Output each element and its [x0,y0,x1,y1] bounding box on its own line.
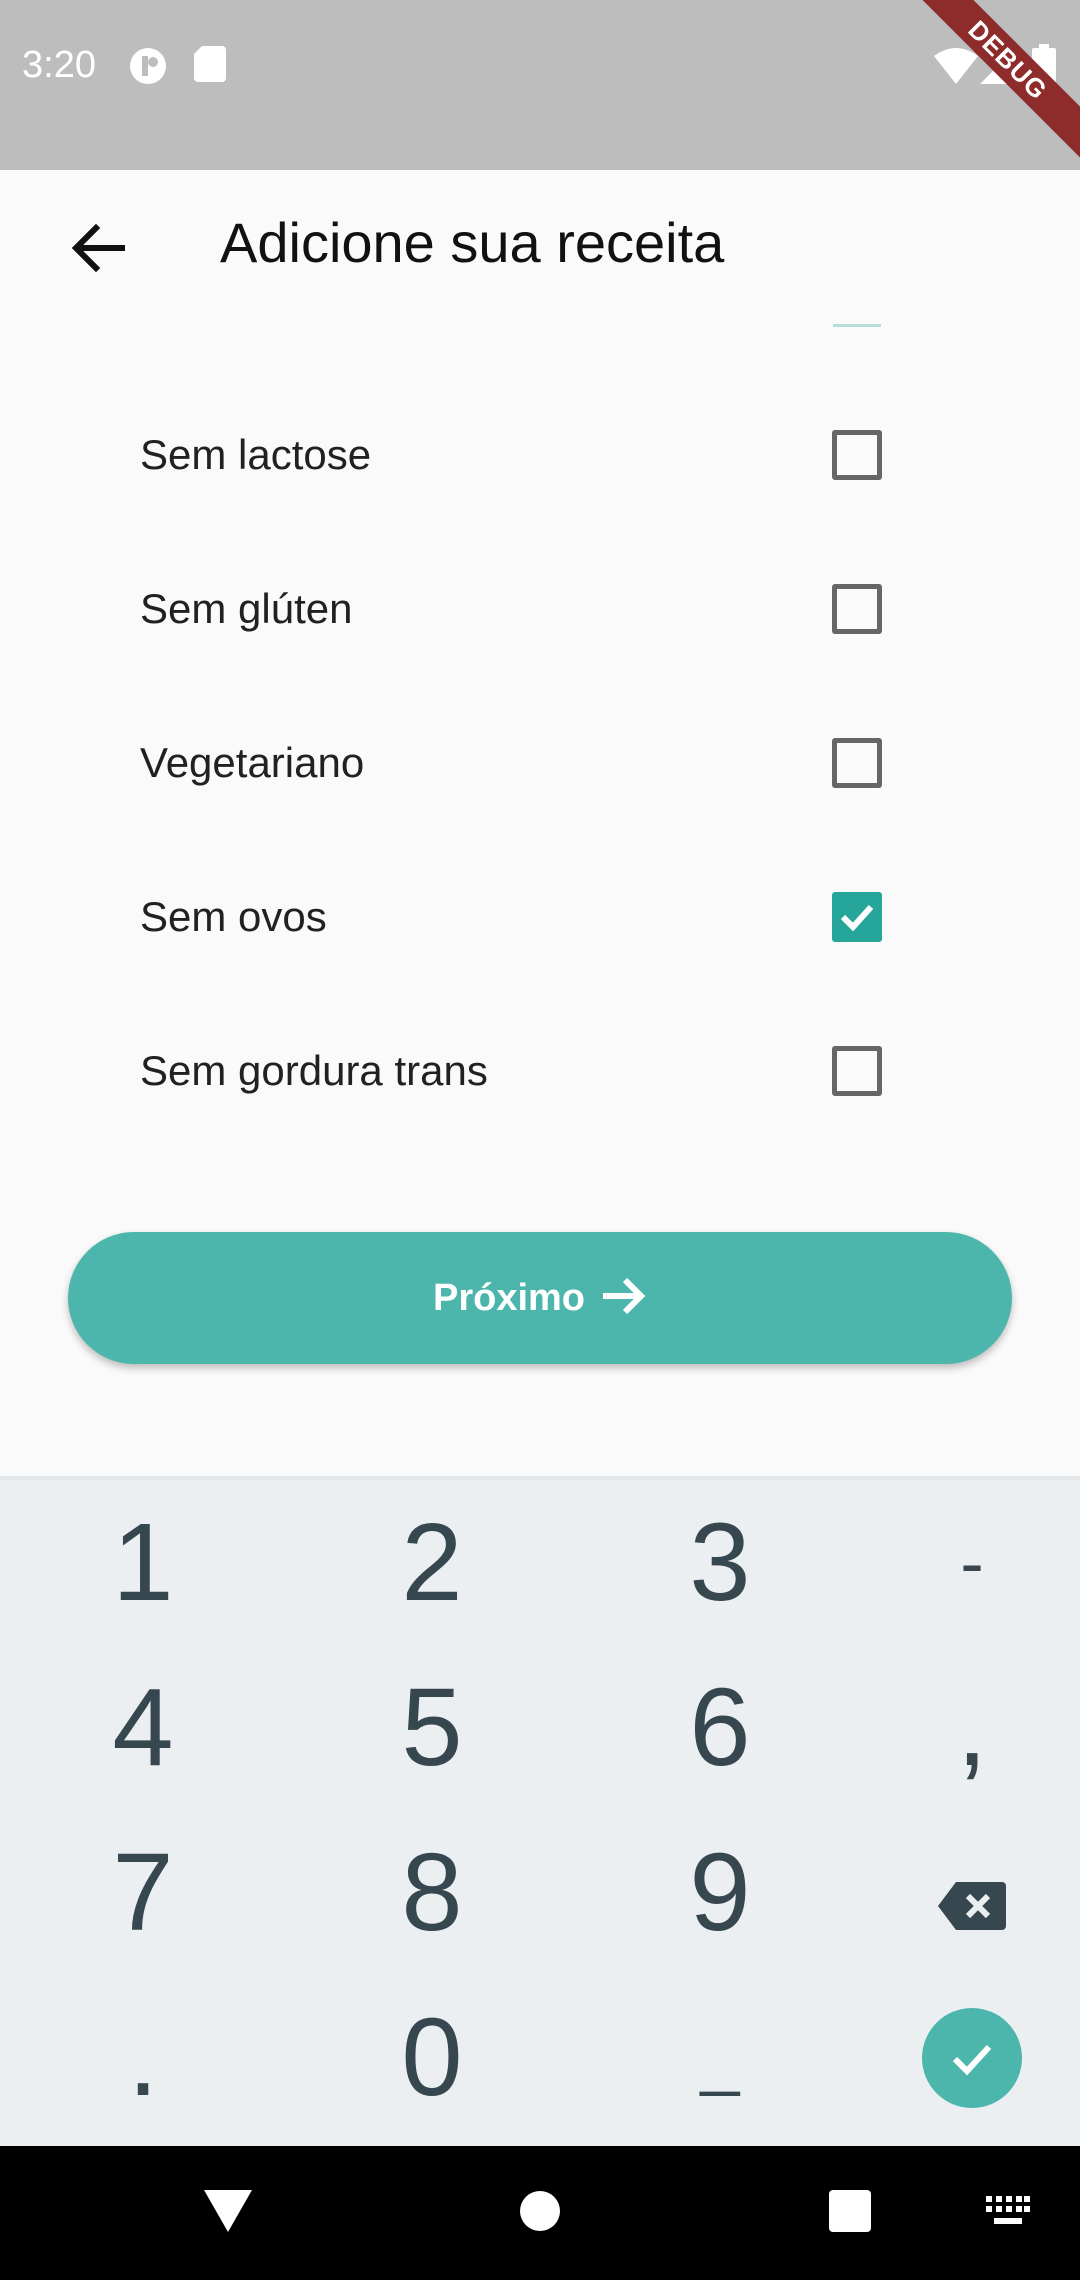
check-icon [952,2044,992,2075]
option-row-vegetariano[interactable]: Vegetariano [0,686,1080,840]
status-time: 3:20 [22,44,96,86]
key-8[interactable]: 8 [297,1810,567,1975]
enter-key[interactable] [837,1975,1080,2140]
checkbox-sem-gluten[interactable] [832,584,882,634]
page-title: Adicione sua receita [220,211,725,274]
key-6[interactable]: 6 [585,1645,855,1810]
status-bar: 3:20 DEBUG [0,0,1080,170]
option-row-sem-lactose[interactable]: Sem lactose [0,378,1080,532]
option-label: Sem gordura trans [140,1047,488,1094]
nav-recents-button[interactable] [790,2146,910,2280]
wifi-icon [934,48,978,89]
key-comma[interactable]: , [837,1645,1080,1810]
app-bar: Adicione sua receita [0,170,1080,325]
back-button[interactable] [48,200,148,300]
key-3[interactable]: 3 [585,1480,855,1645]
next-button[interactable]: Próximo [68,1232,1012,1364]
checkbox-sem-lactose[interactable] [832,430,882,480]
arrow-right-icon [599,1272,647,1325]
key-4[interactable]: 4 [8,1645,278,1810]
option-label: Sem lactose [140,431,372,478]
nav-keyboard-button[interactable] [948,2146,1068,2280]
key-0[interactable]: 0 [297,1975,567,2140]
nav-home-button[interactable] [480,2146,600,2280]
option-row-sem-gluten[interactable]: Sem glúten [0,532,1080,686]
home-circle-icon [519,2190,561,2237]
navigation-bar [0,2146,1080,2280]
key-5[interactable]: 5 [297,1645,567,1810]
recents-square-icon [829,2189,871,2237]
checkbox-sem-gordura-trans[interactable] [832,1046,882,1096]
arrow-left-icon [68,218,128,283]
notification-circle-icon [128,46,168,91]
next-button-label: Próximo [432,1276,586,1319]
enter-button [922,2007,1022,2108]
option-row-sem-ovos[interactable]: Sem ovos [0,840,1080,994]
numeric-keyboard: 1 2 3 - 4 5 6 , 7 8 9 . 0 _ [0,1476,1080,2146]
nav-back-button[interactable] [168,2146,288,2280]
keyboard-icon [986,2195,1030,2231]
back-triangle-icon [204,2189,252,2237]
key-underscore[interactable]: _ [585,1975,855,2140]
sd-card-icon [194,46,226,87]
key-1[interactable]: 1 [8,1480,278,1645]
option-label: Sem glúten [140,585,353,632]
checkbox-sem-ovos[interactable] [832,892,882,942]
key-7[interactable]: 7 [8,1810,278,1975]
key-9[interactable]: 9 [585,1810,855,1975]
key-period[interactable]: . [8,1975,278,2140]
checkbox-vegetariano[interactable] [832,738,882,788]
option-row-sem-gordura-trans[interactable]: Sem gordura trans [0,994,1080,1148]
key-2[interactable]: 2 [297,1480,567,1645]
option-label: Vegetariano [140,739,365,786]
scroll-indicator [833,324,881,327]
key-minus[interactable]: - [837,1480,1080,1645]
check-icon [840,904,874,932]
backspace-icon [938,1829,1006,1956]
option-label: Sem ovos [140,893,327,940]
backspace-key[interactable] [837,1810,1080,1975]
